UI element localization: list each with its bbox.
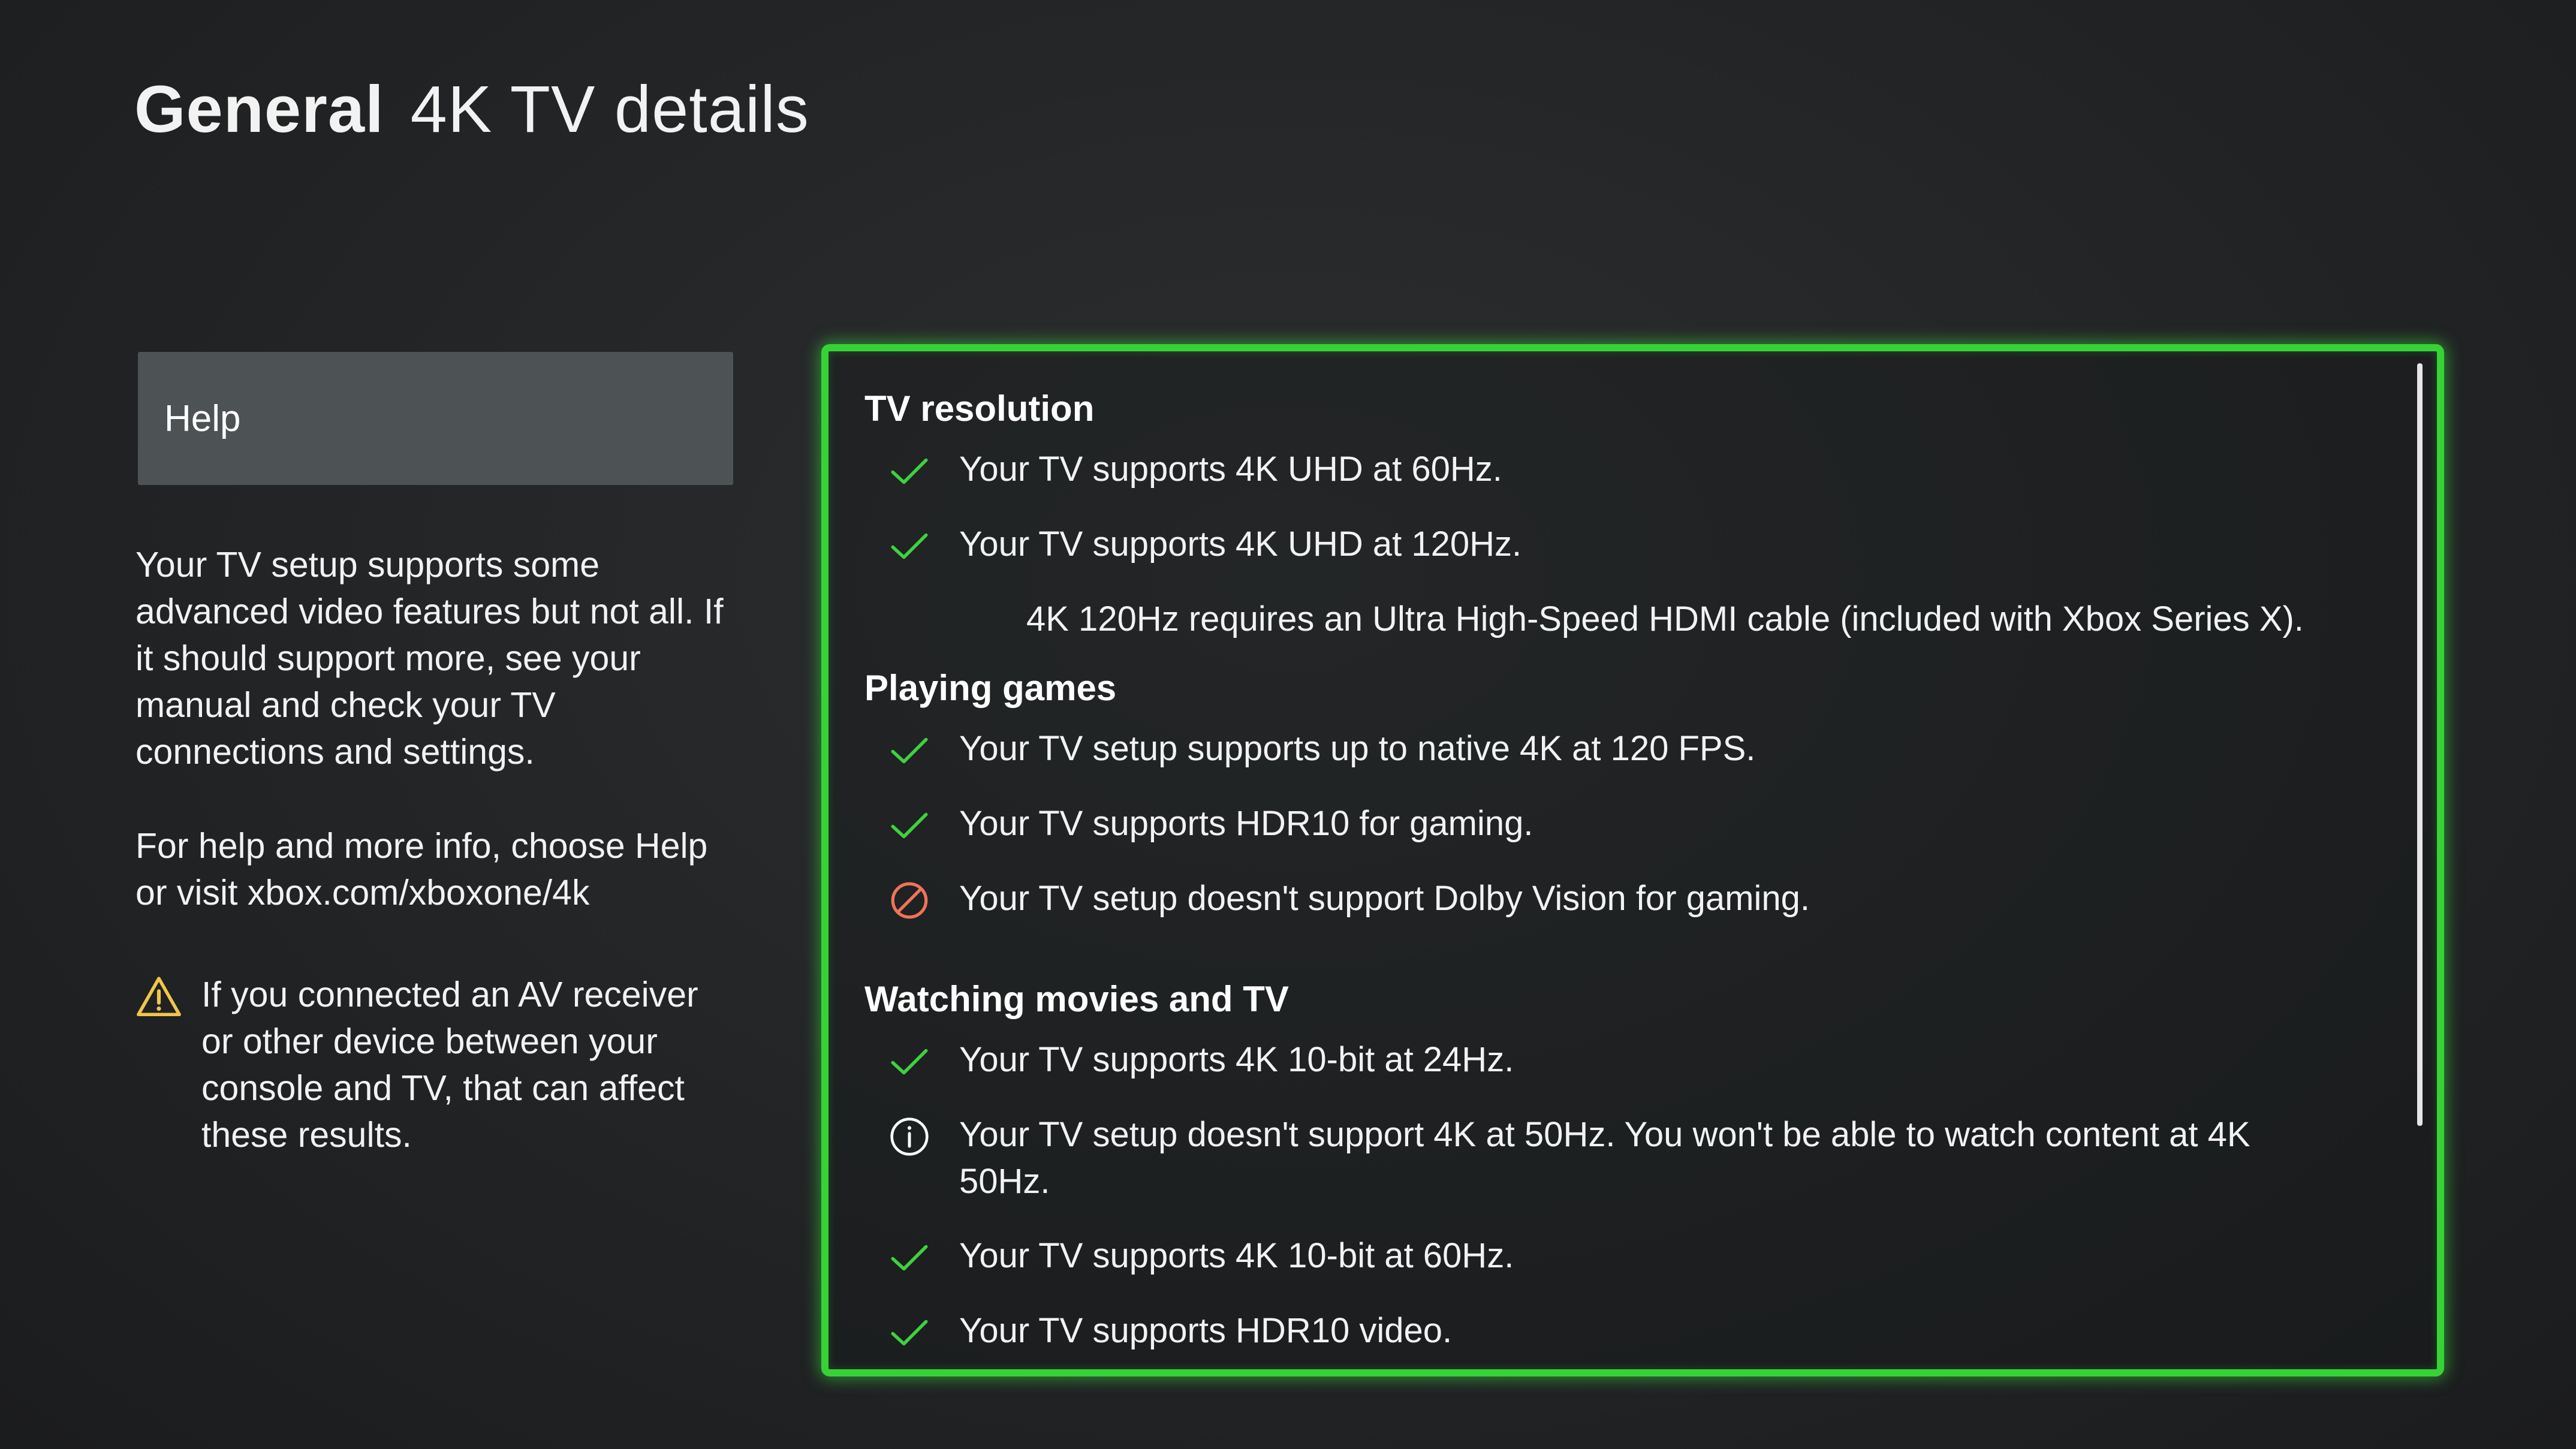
warning-text: If you connected an AV receiver or other… [201, 975, 698, 1155]
result-text: Your TV supports 4K 10-bit at 60Hz. [959, 1236, 1514, 1275]
result-row: Your TV supports 4K 10-bit at 60Hz. [887, 1233, 2387, 1280]
section-heading-watching: Watching movies and TV [864, 979, 1289, 1019]
page-header: General 4K TV details [134, 71, 809, 149]
panel-content: TV resolution Your TV supports 4K UHD at… [864, 385, 2387, 1355]
check-icon [887, 524, 932, 568]
av-receiver-warning: If you connected an AV receiver or other… [135, 971, 735, 1158]
warning-triangle-icon [137, 977, 181, 1017]
result-row: Your TV supports 4K UHD at 120Hz. [887, 521, 2387, 568]
result-text: Your TV supports 4K UHD at 120Hz. [959, 525, 1522, 564]
result-row: Your TV supports 4K 10-bit at 24Hz. [887, 1037, 2387, 1084]
result-text: Your TV setup doesn't support 4K at 50Hz… [959, 1115, 2250, 1201]
help-info-text: For help and more info, choose Help or v… [135, 826, 708, 912]
check-icon [887, 803, 932, 848]
result-text: Your TV supports HDR10 video. [959, 1311, 1453, 1350]
support-summary-text: Your TV setup supports some advanced vid… [135, 545, 724, 772]
result-row: Your TV setup supports up to native 4K a… [887, 725, 2387, 773]
page-title: 4K TV details [410, 73, 809, 146]
section-heading-tv-resolution: TV resolution [864, 388, 1095, 429]
result-row: Your TV supports HDR10 for gaming. [887, 800, 2387, 848]
result-text: Your TV supports 4K 10-bit at 24Hz. [959, 1040, 1514, 1079]
check-icon [887, 1040, 932, 1084]
help-button-label: Help [164, 397, 241, 439]
tv-details-panel[interactable]: TV resolution Your TV supports 4K UHD at… [821, 344, 2444, 1376]
result-text: Your TV supports 4K UHD at 60Hz. [959, 450, 1502, 489]
info-icon [887, 1114, 932, 1159]
section-heading-playing-games: Playing games [864, 668, 1117, 708]
check-icon [887, 728, 932, 773]
hdmi-cable-note: 4K 120Hz requires an Ultra High-Speed HD… [1026, 600, 2304, 638]
result-row: Your TV setup doesn't support Dolby Visi… [887, 875, 2387, 923]
result-row: Your TV supports 4K UHD at 60Hz. [887, 446, 2387, 493]
check-icon [887, 449, 932, 493]
result-text: Your TV setup supports up to native 4K a… [959, 729, 1756, 768]
prohibited-icon [887, 878, 932, 923]
scrollbar[interactable] [2417, 363, 2423, 1126]
result-row: Your TV setup doesn't support 4K at 50Hz… [887, 1111, 2387, 1205]
result-text: Your TV setup doesn't support Dolby Visi… [959, 879, 1810, 918]
result-row: Your TV supports HDR10 video. [887, 1308, 2387, 1355]
help-button[interactable]: Help [138, 352, 733, 485]
result-text: Your TV supports HDR10 for gaming. [959, 804, 1533, 843]
section-title: General [134, 73, 384, 146]
check-icon [887, 1236, 932, 1280]
check-icon [887, 1311, 932, 1355]
